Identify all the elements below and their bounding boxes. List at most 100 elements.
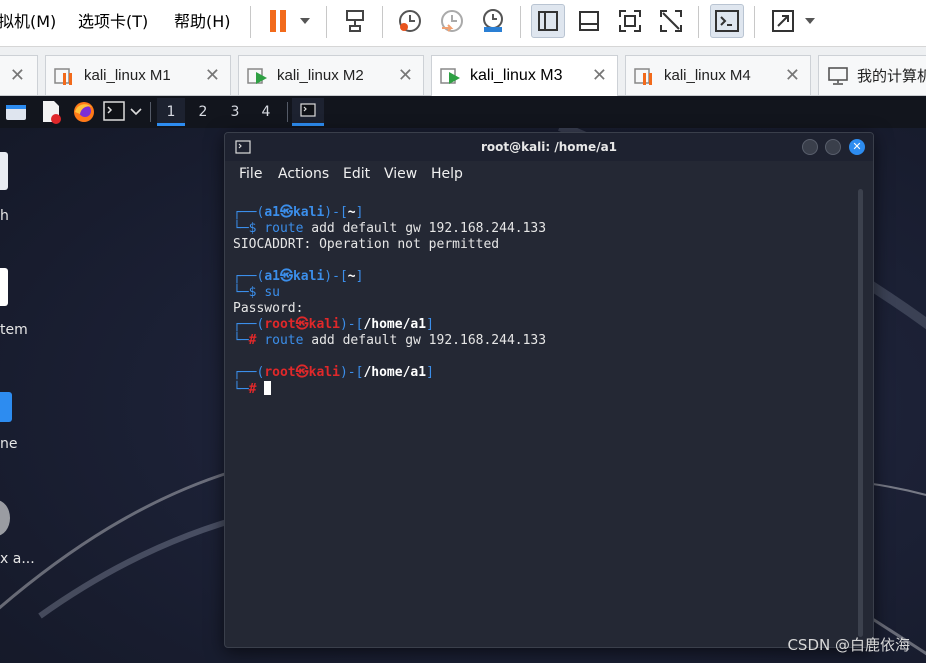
close-icon[interactable]: ✕: [398, 65, 413, 86]
menu-tabs[interactable]: 选项卡(T): [78, 8, 148, 32]
fullscreen-icon: [619, 10, 641, 32]
vm-running-icon: [247, 67, 267, 84]
output-line: SIOCADDRT: Operation not permitted: [233, 237, 500, 252]
taskbar-terminal-button[interactable]: [292, 98, 324, 126]
desktop-label-trash: h: [0, 208, 9, 224]
revert-snapshot-button[interactable]: [435, 4, 469, 38]
full-screen-button[interactable]: [613, 4, 647, 38]
close-icon[interactable]: ✕: [205, 65, 220, 86]
take-snapshot-button[interactable]: [393, 4, 427, 38]
terminal-icon: [300, 103, 316, 117]
show-thumbnail-bar-button[interactable]: [572, 4, 606, 38]
terminal-icon[interactable]: [103, 101, 125, 121]
unity-mode-button[interactable]: [654, 4, 688, 38]
pause-icon: [270, 10, 286, 32]
workspace-3[interactable]: 3: [221, 98, 249, 126]
workspace-4[interactable]: 4: [252, 98, 280, 126]
prompt-user: a1: [264, 269, 280, 284]
text-editor-icon[interactable]: [40, 100, 62, 124]
csdn-watermark: CSDN @白鹿依海: [787, 636, 910, 654]
stretch-guest-button[interactable]: [766, 4, 800, 38]
close-icon[interactable]: ✕: [592, 65, 607, 86]
menu-actions[interactable]: Actions: [278, 166, 329, 182]
home-folder-icon[interactable]: [0, 392, 12, 422]
command-args: add default gw 192.168.244.133: [303, 333, 547, 348]
tab-kali-linux-m3[interactable]: kali_linux M3 ✕: [431, 55, 618, 96]
file-system-icon[interactable]: [0, 268, 8, 306]
tab-label: 我的计算机: [857, 68, 926, 85]
monitor-icon: [828, 66, 848, 85]
vm-tab-bar: ✕ kali_linux M1 ✕ kali_linux M2 ✕ kali_l…: [0, 47, 926, 96]
menu-help[interactable]: 帮助(H): [174, 8, 231, 32]
menu-file[interactable]: File: [239, 166, 262, 182]
snapshot-manager-icon: [483, 9, 503, 32]
console-view-button[interactable]: [710, 4, 744, 38]
show-library-button[interactable]: [531, 4, 565, 38]
minimize-button[interactable]: [802, 139, 818, 155]
prompt-user: root: [264, 365, 296, 380]
chevron-down-icon: [805, 18, 815, 24]
sidebar-layout-icon: [538, 11, 558, 31]
kali-top-panel: 1 2 3 4: [0, 96, 926, 128]
vm-suspended-icon: [634, 67, 652, 85]
vm-running-icon: [440, 68, 460, 84]
command-name: route: [264, 221, 304, 236]
snapshot-clock-icon: [399, 10, 421, 32]
output-line: Password:: [233, 301, 304, 316]
terminal-menubar: File Actions Edit View Help: [225, 161, 873, 189]
close-icon[interactable]: ✕: [785, 65, 800, 86]
maximize-button[interactable]: [825, 139, 841, 155]
prompt-user: a1: [264, 205, 280, 220]
desktop-label-app: x a...: [0, 551, 35, 567]
prompt-user: root: [264, 317, 296, 332]
tab-previous-partial[interactable]: ✕: [0, 55, 38, 95]
command-name: route: [264, 333, 304, 348]
file-manager-icon[interactable]: [5, 102, 27, 122]
snapshot-manager-button[interactable]: [476, 4, 510, 38]
chevron-down-icon[interactable]: [130, 108, 142, 116]
close-icon[interactable]: ✕: [10, 65, 25, 86]
tab-kali-linux-m4[interactable]: kali_linux M4 ✕: [625, 55, 811, 95]
stretch-icon: [772, 10, 794, 32]
workspace-2[interactable]: 2: [189, 98, 217, 126]
prompt-dir: ~: [347, 205, 356, 220]
menu-vm[interactable]: 拟机(M): [0, 8, 56, 32]
command-name: su: [264, 285, 280, 300]
tab-label: kali_linux M2: [277, 67, 364, 84]
tab-kali-linux-m2[interactable]: kali_linux M2 ✕: [238, 55, 424, 95]
firefox-icon[interactable]: [72, 100, 96, 124]
send-ctrl-alt-del-button[interactable]: [338, 4, 372, 38]
tab-label: kali_linux M3: [470, 67, 563, 84]
terminal-title: root@kali: /home/a1: [480, 140, 618, 154]
toolbar-separator: [382, 6, 383, 38]
power-dropdown[interactable]: [292, 4, 318, 38]
close-button[interactable]: ✕: [849, 139, 865, 155]
terminal-window[interactable]: root@kali: /home/a1 ✕ File Actions Edit …: [224, 132, 874, 648]
prompt-dir: /home/a1: [363, 365, 427, 380]
desktop-label-home: ne: [0, 436, 18, 452]
menu-help[interactable]: Help: [431, 166, 463, 182]
suspend-button[interactable]: [261, 4, 295, 38]
toolbar-separator: [698, 6, 699, 38]
menu-view[interactable]: View: [384, 166, 417, 182]
close-icon: ✕: [852, 140, 862, 153]
trash-icon[interactable]: [0, 152, 8, 190]
revert-clock-icon: [441, 10, 463, 32]
prompt-host: kali: [292, 269, 325, 284]
terminal-scrollbar[interactable]: [858, 189, 863, 637]
prompt-dir: ~: [347, 269, 356, 284]
stretch-dropdown[interactable]: [797, 4, 823, 38]
prompt-host: kali: [308, 365, 340, 380]
desktop-label-file-system: tem: [0, 322, 28, 338]
workspace-1[interactable]: 1: [157, 98, 185, 126]
vm-suspended-icon: [54, 67, 72, 85]
terminal-output[interactable]: ┌──(a1㉿kali)-[~] └─$ route add default g…: [233, 205, 546, 398]
tab-kali-linux-m1[interactable]: kali_linux M1 ✕: [45, 55, 231, 95]
vmware-menubar: 拟机(M) 选项卡(T) 帮助(H): [0, 0, 926, 47]
toolbar-separator: [520, 6, 521, 38]
tab-my-computer[interactable]: 我的计算机: [818, 55, 926, 95]
menu-edit[interactable]: Edit: [343, 166, 370, 182]
terminal-titlebar[interactable]: root@kali: /home/a1 ✕: [225, 133, 873, 161]
prompt-host: kali: [292, 205, 325, 220]
tab-label: kali_linux M1: [84, 67, 171, 84]
